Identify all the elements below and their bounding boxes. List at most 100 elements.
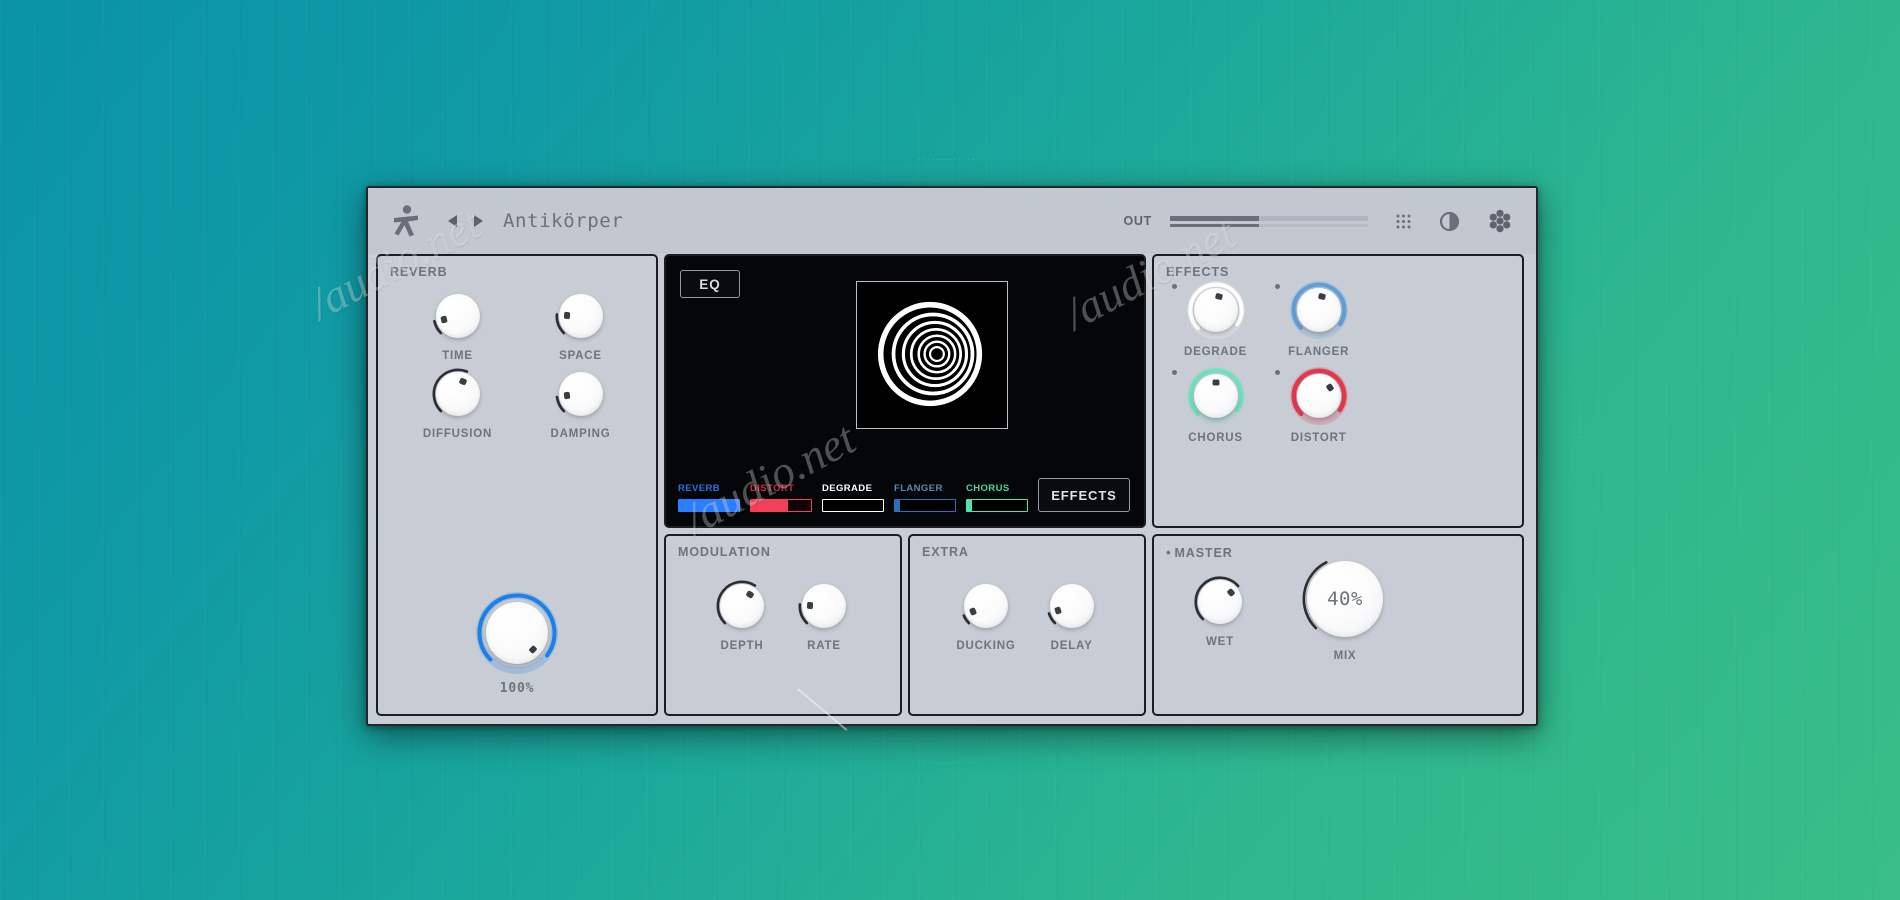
led-chorus — [1172, 370, 1177, 375]
meter-fill — [895, 500, 900, 511]
knob-wet-label: WET — [1206, 636, 1234, 648]
running-figure-logo[interactable] — [386, 201, 426, 241]
knob-damping-label: DAMPING — [550, 428, 611, 440]
contrast-half-circle-icon[interactable] — [1439, 211, 1460, 232]
meter-reverb[interactable]: REVERB — [678, 483, 740, 512]
meter-label: FLANGER — [894, 483, 943, 494]
knob-diffusion[interactable]: DIFFUSION — [400, 368, 515, 440]
knob-delay[interactable]: DELAY — [1046, 580, 1098, 652]
column-right: EFFECTS DEGRADE FLANGER CHORUS DISTORT •… — [1152, 254, 1524, 716]
master-title-text: MASTER — [1174, 546, 1233, 560]
knob-diffusion-label: DIFFUSION — [422, 428, 493, 440]
mid-lower-row: MODULATION DEPTH RATE EXTRA DUCKING DELA… — [664, 534, 1146, 716]
effects-knob-grid: DEGRADE FLANGER CHORUS DISTORT — [1172, 281, 1350, 444]
reverb-panel-title: REVERB — [390, 265, 448, 279]
knob-cap — [486, 602, 548, 664]
header-right-controls: OUT — [1124, 207, 1515, 235]
knob-ducking-label: DUCKING — [956, 640, 1016, 652]
modulation-knob-row: DEPTH RATE — [666, 580, 900, 652]
plugin-header: Antikörper OUT — [368, 188, 1536, 254]
out-slider-track-lower[interactable] — [1170, 223, 1368, 227]
meter-chorus[interactable]: CHORUS — [966, 483, 1028, 512]
knob-delay-label: DELAY — [1050, 640, 1093, 652]
preset-navigation — [448, 215, 483, 227]
meter-bar[interactable] — [750, 499, 812, 512]
bg-dots-top: .............. — [918, 152, 982, 162]
reverb-main-knob[interactable]: 100% — [378, 592, 656, 696]
extra-panel-title: EXTRA — [922, 545, 969, 559]
master-bullet-icon: • — [1166, 545, 1172, 560]
knob-mix-label: MIX — [1333, 650, 1357, 662]
knob-damping[interactable]: DAMPING — [523, 368, 638, 440]
plugin-body: REVERB TIME SPACE DIFFUSION DAMPING 100%… — [368, 254, 1536, 724]
knob-degrade[interactable]: DEGRADE — [1172, 281, 1248, 358]
knob-flanger[interactable]: FLANGER — [1275, 281, 1350, 358]
grid-dots-icon[interactable] — [1394, 212, 1413, 231]
knob-cap — [435, 372, 480, 416]
meter-bar[interactable] — [966, 499, 1028, 512]
effects-panel-title: EFFECTS — [1166, 265, 1230, 279]
eq-display-panel: EQ EFFECTS REVERB DISTORT DEGRADE FLANGE… — [664, 254, 1146, 528]
knob-indicator-dot — [1214, 292, 1223, 301]
meter-bar[interactable] — [678, 499, 740, 512]
bg-dots-right: .......... — [1578, 400, 1588, 446]
master-panel-title: • MASTER — [1166, 545, 1233, 560]
column-left: REVERB TIME SPACE DIFFUSION DAMPING 100% — [376, 254, 658, 716]
knob-cap — [963, 584, 1008, 628]
knob-degrade-label: DEGRADE — [1184, 346, 1248, 358]
knob-cap — [1049, 584, 1094, 628]
plugin-window: Antikörper OUT REVERB TIME SPACE DIFFUSI… — [301, 186, 1538, 731]
out-slider-fill-lower — [1170, 223, 1260, 227]
triangle-left-icon[interactable] — [448, 215, 457, 227]
knob-mix[interactable]: 40% MIX — [1302, 556, 1388, 662]
knob-rate-label: RATE — [807, 640, 841, 652]
meter-label: CHORUS — [966, 483, 1010, 494]
effects-panel: EFFECTS DEGRADE FLANGER CHORUS DISTORT — [1152, 254, 1524, 528]
triangle-right-icon[interactable] — [474, 215, 483, 227]
meter-bar[interactable] — [894, 499, 956, 512]
knob-rate[interactable]: RATE — [798, 580, 850, 652]
knob-chorus-label: CHORUS — [1188, 432, 1243, 444]
reverb-knob-grid: TIME SPACE DIFFUSION DAMPING — [400, 290, 638, 440]
meter-fill — [751, 500, 789, 511]
meter-distort[interactable]: DISTORT — [750, 483, 812, 512]
knob-indicator-dot — [806, 601, 814, 609]
meter-fill — [967, 500, 972, 511]
knob-wet[interactable]: WET — [1194, 576, 1246, 648]
reverb-panel: REVERB TIME SPACE DIFFUSION DAMPING 100% — [376, 254, 658, 716]
meter-label: DEGRADE — [822, 483, 873, 494]
bg-dots-bottom: .............. — [918, 755, 982, 765]
flower-dots-icon[interactable] — [1486, 207, 1514, 235]
knob-chorus[interactable]: CHORUS — [1172, 367, 1247, 444]
knob-distort[interactable]: DISTORT — [1275, 367, 1350, 444]
knob-ducking[interactable]: DUCKING — [956, 580, 1015, 652]
meter-bar[interactable] — [822, 499, 884, 512]
reverb-main-knob-value: 100% — [499, 681, 535, 696]
meter-degrade[interactable]: DEGRADE — [822, 483, 884, 512]
knob-indicator-dot — [563, 311, 570, 319]
knob-indicator-dot — [1317, 292, 1327, 301]
out-slider-track-upper[interactable] — [1170, 215, 1368, 221]
knob-space-label: SPACE — [559, 350, 602, 362]
led-degrade — [1172, 284, 1177, 289]
modulation-panel: MODULATION DEPTH RATE — [664, 534, 902, 716]
knob-cap — [1296, 374, 1341, 418]
led-distort — [1275, 370, 1281, 375]
knob-space[interactable]: SPACE — [523, 290, 638, 362]
extra-knob-row: DUCKING DELAY — [910, 580, 1144, 652]
meter-flanger[interactable]: FLANGER — [894, 483, 956, 512]
knob-cap — [720, 584, 764, 628]
out-label: OUT — [1123, 214, 1152, 228]
knob-depth[interactable]: DEPTH — [716, 580, 768, 652]
knob-cap — [1198, 580, 1242, 624]
preset-name[interactable]: Antikörper — [503, 210, 623, 232]
master-panel: • MASTER WET 40% MIX — [1152, 534, 1524, 716]
knob-time[interactable]: TIME — [400, 290, 515, 362]
eq-button[interactable]: EQ — [680, 270, 740, 298]
column-middle: EQ EFFECTS REVERB DISTORT DEGRADE FLANGE… — [664, 254, 1146, 716]
out-slider-fill-upper — [1170, 215, 1260, 221]
knob-mix-value: 40% — [1327, 588, 1363, 610]
out-slider[interactable] — [1170, 213, 1368, 229]
effects-button[interactable]: EFFECTS — [1038, 478, 1130, 512]
effect-meters: REVERB DISTORT DEGRADE FLANGER CHORUS — [678, 483, 1028, 512]
